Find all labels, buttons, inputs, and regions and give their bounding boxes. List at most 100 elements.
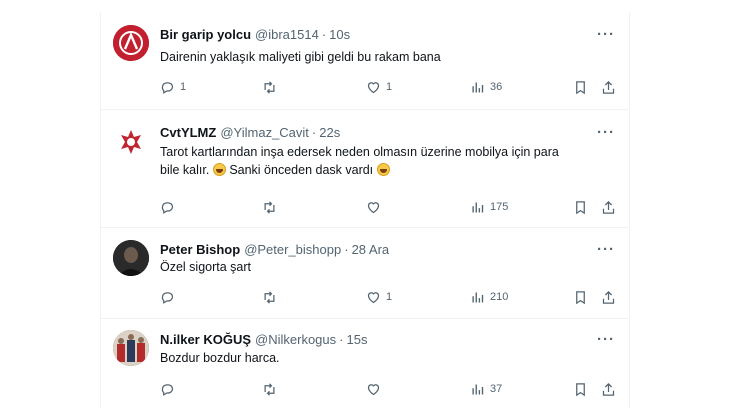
- display-name[interactable]: Peter Bishop: [160, 242, 240, 257]
- display-name[interactable]: Bir garip yolcu: [160, 27, 251, 42]
- tweet-text-line: Tarot kartlarından inşa edersek neden ol…: [160, 145, 559, 159]
- tweet-text: Özel sigorta şart: [160, 258, 589, 276]
- more-options-icon[interactable]: ···: [597, 332, 615, 348]
- tweet-header: CvtYLMZ @Yilmaz_Cavit · 22s: [160, 122, 613, 142]
- tweet-text: Dairenin yaklaşık maliyeti gibi geldi bu…: [160, 48, 589, 66]
- share-icon: [602, 290, 615, 304]
- share-button[interactable]: [601, 288, 616, 306]
- user-handle[interactable]: @ibra1514: [255, 27, 319, 42]
- views-button[interactable]: 36: [470, 78, 502, 96]
- bookmark-button[interactable]: [573, 78, 588, 96]
- tweet-actions: 1 210: [160, 288, 615, 306]
- tweet-text-line: Özel sigorta şart: [160, 260, 252, 274]
- view-count: 210: [490, 291, 509, 303]
- separator: ·: [344, 241, 349, 257]
- tweet-header: Peter Bishop @Peter_bishopp · 28 Ara: [160, 239, 613, 259]
- display-name[interactable]: N.ilker KOĞUŞ: [160, 332, 251, 347]
- tweet-header: Bir garip yolcu @ibra1514 · 10s: [160, 24, 613, 44]
- like-count: 1: [386, 81, 393, 93]
- heart-icon: [367, 291, 380, 303]
- heart-icon: [367, 81, 380, 93]
- timestamp[interactable]: 28 Ara: [352, 242, 390, 257]
- more-options-icon[interactable]: ···: [597, 242, 615, 258]
- like-button[interactable]: [366, 380, 386, 398]
- heart-icon: [367, 201, 380, 213]
- user-handle[interactable]: @Yilmaz_Cavit: [220, 125, 309, 140]
- retweet-icon: [264, 382, 275, 396]
- tweet-text: Tarot kartlarından inşa edersek neden ol…: [160, 143, 589, 179]
- separator: ·: [311, 124, 317, 140]
- tweet-text: Bozdur bozdur harca.: [160, 349, 589, 367]
- retweet-button[interactable]: [262, 78, 282, 96]
- heart-icon: [367, 383, 380, 395]
- retweet-icon: [264, 80, 275, 94]
- rofl-emoji-icon: [212, 163, 226, 176]
- retweet-button[interactable]: [262, 288, 282, 306]
- tweet-text-fragment: bile kalır.: [160, 163, 210, 177]
- bookmark-icon: [576, 290, 585, 304]
- reply-feed: Bir garip yolcu @ibra1514 · 10s ··· Dair…: [100, 12, 630, 408]
- reply-icon: [161, 291, 174, 304]
- tweet-text-line: Dairenin yaklaşık maliyeti gibi geldi bu…: [160, 50, 441, 64]
- reply-icon: [161, 201, 174, 214]
- tweet-actions: 175: [160, 198, 615, 216]
- reply-button[interactable]: [160, 288, 180, 306]
- reply-button[interactable]: 1: [160, 78, 186, 96]
- views-button[interactable]: 175: [470, 198, 508, 216]
- tweet-actions: 1 1 36: [160, 78, 615, 96]
- timestamp[interactable]: 15s: [347, 332, 368, 347]
- like-button[interactable]: 1: [366, 78, 392, 96]
- reply-count: 1: [180, 81, 187, 93]
- reply-button[interactable]: [160, 380, 180, 398]
- timestamp[interactable]: 22s: [319, 125, 340, 140]
- retweet-button[interactable]: [262, 198, 282, 216]
- tweet[interactable]: N.ilker KOĞUŞ @Nilkerkogus · 15s ··· Boz…: [101, 319, 629, 408]
- retweet-button[interactable]: [262, 380, 282, 398]
- views-icon: [472, 82, 484, 92]
- user-handle[interactable]: @Nilkerkogus: [255, 332, 336, 347]
- share-icon: [602, 200, 615, 214]
- bookmark-icon: [576, 80, 585, 94]
- share-button[interactable]: [601, 78, 616, 96]
- tweet[interactable]: Bir garip yolcu @ibra1514 · 10s ··· Dair…: [101, 12, 629, 110]
- views-button[interactable]: 37: [470, 380, 502, 398]
- timestamp[interactable]: 10s: [329, 27, 350, 42]
- bookmark-button[interactable]: [573, 380, 588, 398]
- views-icon: [472, 292, 484, 302]
- view-count: 36: [490, 81, 503, 93]
- views-button[interactable]: 210: [470, 288, 508, 306]
- user-handle[interactable]: @Peter_bishopp: [244, 242, 341, 257]
- avatar[interactable]: [113, 124, 149, 160]
- avatar[interactable]: [113, 330, 149, 366]
- bookmark-button[interactable]: [573, 288, 588, 306]
- views-icon: [472, 202, 484, 212]
- rofl-emoji-icon: [376, 163, 390, 176]
- share-button[interactable]: [601, 198, 616, 216]
- retweet-icon: [264, 290, 275, 304]
- tweet-header: N.ilker KOĞUŞ @Nilkerkogus · 15s: [160, 329, 613, 349]
- share-icon: [602, 80, 615, 94]
- views-icon: [472, 384, 484, 394]
- bookmark-icon: [576, 382, 585, 396]
- more-options-icon[interactable]: ···: [597, 27, 615, 43]
- retweet-icon: [264, 200, 275, 214]
- bookmark-icon: [576, 200, 585, 214]
- separator: ·: [321, 26, 327, 42]
- display-name[interactable]: CvtYLMZ: [160, 125, 216, 140]
- tweet-text-line-2: bile kalır. Sanki önceden dask vardı: [160, 161, 589, 179]
- tweet[interactable]: CvtYLMZ @Yilmaz_Cavit · 22s ··· Tarot ka…: [101, 110, 629, 228]
- like-count: 1: [386, 291, 393, 303]
- like-button[interactable]: 1: [366, 288, 392, 306]
- like-button[interactable]: [366, 198, 386, 216]
- avatar[interactable]: [113, 240, 149, 276]
- reply-icon: [161, 81, 174, 94]
- tweet[interactable]: Peter Bishop @Peter_bishopp · 28 Ara ···…: [101, 228, 629, 319]
- view-count: 37: [490, 383, 503, 395]
- more-options-icon[interactable]: ···: [597, 125, 615, 141]
- reply-button[interactable]: [160, 198, 180, 216]
- separator: ·: [339, 331, 344, 347]
- share-icon: [602, 382, 615, 396]
- avatar[interactable]: [113, 25, 149, 61]
- bookmark-button[interactable]: [573, 198, 588, 216]
- share-button[interactable]: [601, 380, 616, 398]
